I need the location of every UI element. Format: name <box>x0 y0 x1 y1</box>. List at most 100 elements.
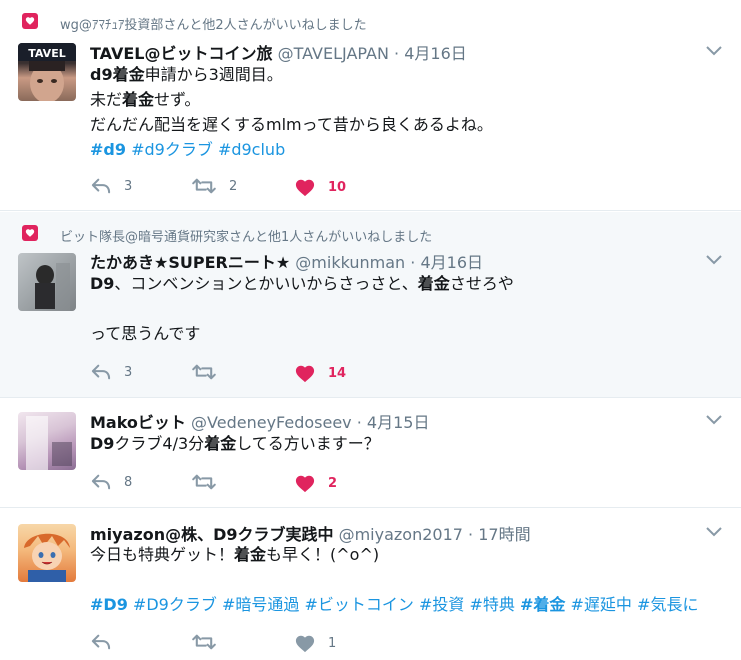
keyword-highlight: 着金 <box>122 90 155 109</box>
display-name[interactable]: Makoビット <box>90 413 186 432</box>
text-segment: 申請から3週間目。 <box>144 65 283 84</box>
like-button[interactable]: 1 <box>294 633 336 653</box>
hashtag-link[interactable]: #遅延中 <box>571 595 632 614</box>
like-button[interactable]: 2 <box>294 473 337 493</box>
retweet-icon <box>192 178 216 194</box>
tweet-text-line: D9、コンベンションとかいいからさっさと、着金させろや <box>90 271 514 296</box>
avatar[interactable]: TAVEL <box>18 43 76 101</box>
social-context: ビット隊長@暗号通貨研究家さんと他1人さんがいいねしました <box>22 225 433 245</box>
retweet-icon <box>192 364 216 380</box>
like-count: 2 <box>328 475 338 491</box>
username[interactable]: @TAVELJAPAN <box>278 44 389 63</box>
timestamp[interactable]: 4月15日 <box>367 413 430 432</box>
keyword-highlight: d9着金 <box>90 65 145 84</box>
like-button[interactable]: 14 <box>294 363 346 383</box>
text-segment: せず。 <box>154 90 201 109</box>
tweet-text: D9、コンベンションとかいいからさっさと、着金させろやって思うんです <box>90 271 514 346</box>
social-context-text: wg@ｱﾏﾁｭｱ投資部さんと他2人さんがいいねしました <box>60 18 367 33</box>
hashtag-link[interactable]: #特典 <box>469 595 514 614</box>
avatar[interactable] <box>18 253 76 311</box>
tweet-text: d9着金申請から3週間目。 未だ着金せず。 だんだん配当を遅くするmlmって昔から良… <box>90 62 493 162</box>
tweet-text-line: だんだん配当を遅くするmlmって昔から良くあるよね。 <box>90 112 493 137</box>
avatar-logo-text: TAVEL <box>28 47 65 60</box>
avatar[interactable] <box>18 412 76 470</box>
like-badge-icon <box>22 13 38 29</box>
retweet-button[interactable] <box>191 473 229 491</box>
reply-count: 3 <box>124 178 133 194</box>
social-context: wg@ｱﾏﾁｭｱ投資部さんと他2人さんがいいねしました <box>22 13 367 33</box>
like-count: 10 <box>328 179 347 195</box>
hashtag-link[interactable]: #ビットコイン <box>304 595 413 614</box>
username[interactable]: @VedeneyFedoseev <box>191 413 352 432</box>
hashtag-link[interactable]: #D9クラブ <box>133 595 217 614</box>
reply-button[interactable]: 8 <box>90 473 132 491</box>
tweet-text-line: って思うんです <box>90 321 514 346</box>
hashtag-link[interactable]: #d9club <box>218 140 285 159</box>
reply-icon <box>91 634 111 650</box>
tweet-text-line: 今日も特典ゲット！着金も早く！(^o^) <box>90 542 698 567</box>
tweet-header: Makoビット @VedeneyFedoseev · 4月15日 <box>90 409 429 433</box>
hashtag-link[interactable]: #D9 <box>90 595 128 614</box>
display-name[interactable]: TAVEL@ビットコイン旅 <box>90 44 272 63</box>
username[interactable]: @mikkunman <box>295 253 405 272</box>
hashtag-link[interactable]: #着金 <box>520 595 565 614</box>
separator-dot: · <box>410 253 416 272</box>
tweet-card[interactable]: ビット隊長@暗号通貨研究家さんと他1人さんがいいねしました たかあき★SUPER… <box>0 212 741 398</box>
heart-icon <box>295 365 315 383</box>
reply-button[interactable]: 3 <box>90 363 132 381</box>
hashtag-link[interactable]: #d9 <box>90 140 126 159</box>
text-segment: 未だ <box>90 90 123 109</box>
chevron-down-icon[interactable] <box>705 43 723 57</box>
text-segment: って思うんです <box>90 324 201 343</box>
reply-count: 3 <box>124 364 133 380</box>
text-segment: クラブ4/3分 <box>114 434 205 453</box>
like-button[interactable]: 10 <box>294 177 346 197</box>
tweet-text-line <box>90 567 698 592</box>
hashtag-link[interactable]: #暗号通過 <box>222 595 299 614</box>
heart-icon <box>295 179 315 197</box>
text-segment: してる方いますー？ <box>236 434 380 453</box>
reply-button[interactable]: 3 <box>90 177 132 195</box>
like-count: 1 <box>328 635 337 651</box>
tweet-header: たかあき★SUPERニート★ @mikkunman · 4月16日 <box>90 249 483 273</box>
avatar[interactable] <box>18 524 76 582</box>
keyword-highlight: D9 <box>90 434 115 453</box>
display-name[interactable]: たかあき★SUPERニート★ <box>90 253 290 272</box>
like-count: 14 <box>328 365 347 381</box>
hashtag-link[interactable]: #d9クラブ <box>131 140 213 159</box>
chevron-down-icon[interactable] <box>705 412 723 426</box>
keyword-highlight: 着金 <box>234 545 267 564</box>
social-context-text: ビット隊長@暗号通貨研究家さんと他1人さんがいいねしました <box>60 230 433 245</box>
retweet-button[interactable] <box>191 363 229 381</box>
retweet-button[interactable] <box>191 633 229 651</box>
reply-button[interactable] <box>90 633 124 651</box>
tweet-text-line: D9クラブ4/3分着金してる方いますー？ <box>90 431 380 456</box>
chevron-down-icon[interactable] <box>705 524 723 538</box>
tweet-text-line: d9着金申請から3週間目。 <box>90 62 493 87</box>
retweet-count: 2 <box>229 178 238 194</box>
retweet-icon <box>192 474 216 490</box>
tweet-text: 今日も特典ゲット！着金も早く！(^o^) #D9 #D9クラブ #暗号通過 #ビッ… <box>90 542 698 617</box>
hashtag-link[interactable]: #投資 <box>419 595 464 614</box>
chevron-down-icon[interactable] <box>705 252 723 266</box>
tweet-text-line: #D9 #D9クラブ #暗号通過 #ビットコイン #投資 #特典 #着金 #遅延… <box>90 592 698 617</box>
reply-icon <box>91 178 111 194</box>
like-badge-icon <box>22 225 38 241</box>
reply-icon <box>91 474 111 490</box>
heart-icon <box>295 635 315 653</box>
separator-dot: · <box>394 44 400 63</box>
tweet-card[interactable]: Makoビット @VedeneyFedoseev · 4月15日 D9クラブ4/… <box>0 399 741 508</box>
retweet-button[interactable]: 2 <box>191 177 237 195</box>
separator-dot: · <box>356 413 362 432</box>
tweet-text-line <box>90 296 514 321</box>
text-segment: 今日も特典ゲット！ <box>90 545 235 564</box>
timestamp[interactable]: 4月16日 <box>420 253 483 272</box>
tweet-card[interactable]: wg@ｱﾏﾁｭｱ投資部さんと他2人さんがいいねしました TAVEL TAVEL@… <box>0 0 741 211</box>
hashtag-link[interactable]: #気長に <box>637 595 698 614</box>
tweet-text: D9クラブ4/3分着金してる方いますー？ <box>90 431 380 456</box>
tweet-card[interactable]: miyazon@株、D9クラブ実践中 @miyazon2017 · 17時間 今… <box>0 509 741 660</box>
tweet-text-line: 未だ着金せず。 <box>90 87 493 112</box>
tweet-header: TAVEL@ビットコイン旅 @TAVELJAPAN · 4月16日 <box>90 40 467 64</box>
timestamp[interactable]: 4月16日 <box>404 44 467 63</box>
text-segment: 、コンベンションとかいいからさっさと、 <box>114 274 418 293</box>
